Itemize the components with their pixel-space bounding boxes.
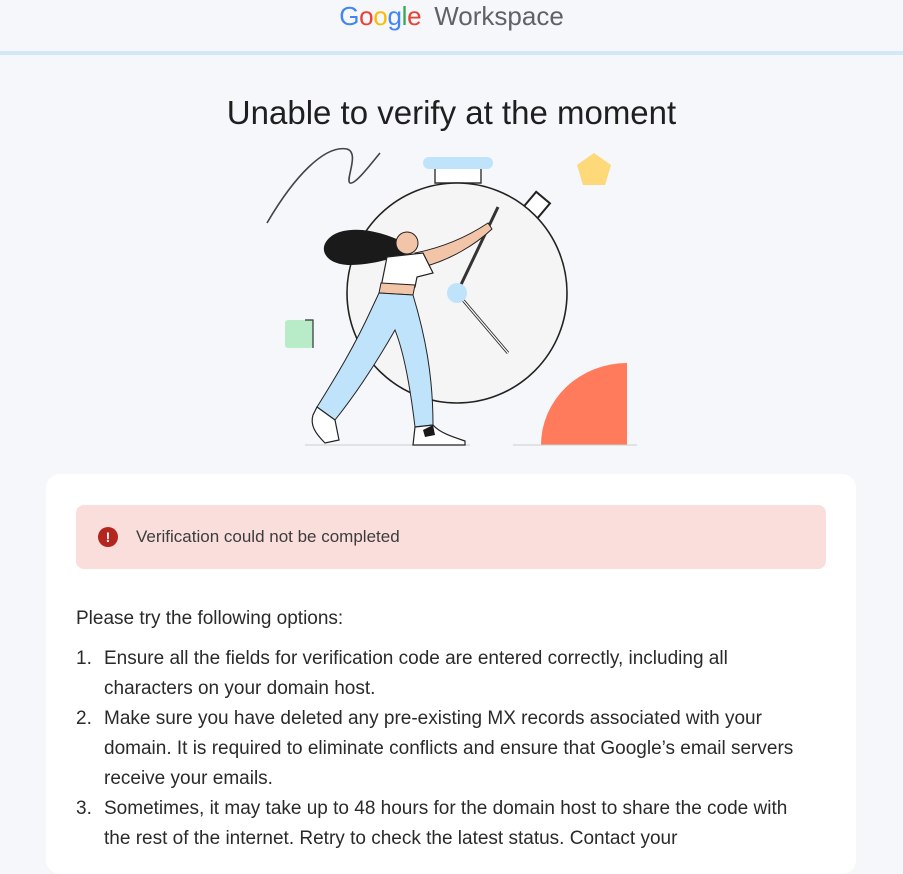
error-icon: ! bbox=[98, 527, 118, 547]
list-item-number: 3. bbox=[76, 798, 92, 819]
yellow-pentagon bbox=[577, 153, 611, 185]
top-bar: Google Workspace bbox=[0, 0, 903, 55]
list-item-text: Ensure all the fields for verification c… bbox=[104, 648, 728, 699]
google-wordmark: Google bbox=[339, 1, 422, 31]
options-intro: Please try the following options: bbox=[76, 608, 344, 629]
orange-quarter-circle bbox=[541, 363, 627, 445]
info-card: ! Verification could not be completed Pl… bbox=[46, 474, 856, 874]
workspace-wordmark: Workspace bbox=[434, 1, 564, 31]
google-workspace-logo[interactable]: Google Workspace bbox=[0, 0, 903, 36]
stopwatch-top-bar bbox=[423, 157, 493, 169]
list-item: 3. Sometimes, it may take up to 48 hours… bbox=[76, 794, 816, 854]
list-item: 1. Ensure all the fields for verificatio… bbox=[76, 644, 816, 704]
stopwatch-stem bbox=[434, 169, 482, 184]
error-alert: ! Verification could not be completed bbox=[76, 505, 826, 569]
person-shoe-right bbox=[412, 424, 466, 446]
list-item-number: 1. bbox=[76, 648, 92, 669]
page-title: Unable to verify at the moment bbox=[226, 94, 677, 132]
person-head bbox=[395, 231, 419, 255]
stopwatch-illustration bbox=[266, 147, 637, 446]
stopwatch-pivot bbox=[447, 283, 467, 303]
scribble-line bbox=[266, 147, 381, 224]
list-item-number: 2. bbox=[76, 708, 92, 729]
list-item-text: Make sure you have deleted any pre-exist… bbox=[104, 708, 794, 789]
person-legs bbox=[316, 292, 434, 428]
alert-message: Verification could not be completed bbox=[136, 527, 400, 546]
list-item: 2. Make sure you have deleted any pre-ex… bbox=[76, 704, 816, 794]
options-list: 1. Ensure all the fields for verificatio… bbox=[76, 644, 816, 854]
list-item-text: Sometimes, it may take up to 48 hours fo… bbox=[104, 798, 788, 849]
green-square bbox=[285, 320, 313, 348]
